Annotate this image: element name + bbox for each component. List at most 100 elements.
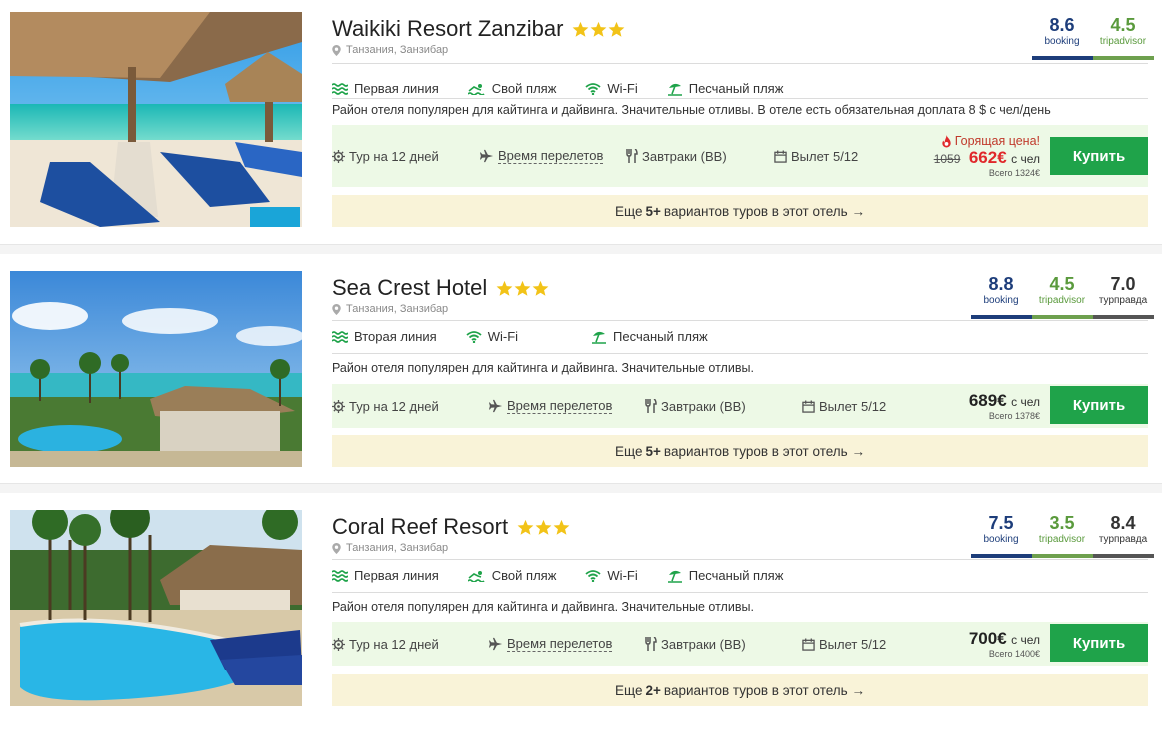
feature-label: Первая линия xyxy=(354,81,439,96)
rating-value: 7.5 xyxy=(988,513,1014,533)
flight-times[interactable]: Время перелетов xyxy=(489,384,613,428)
cutlery-icon xyxy=(645,399,657,413)
departure-text: Вылет 5/12 xyxy=(819,636,887,652)
rating-booking[interactable]: 7.5 booking xyxy=(971,510,1032,558)
departure: Вылет 5/12 xyxy=(774,125,858,187)
hotel-name[interactable]: Coral Reef Resort xyxy=(332,514,508,540)
rating-bar xyxy=(1032,56,1093,60)
divider xyxy=(332,592,1148,593)
divider xyxy=(332,98,1148,99)
meals: Завтраки (BB) xyxy=(626,125,727,187)
rating-booking[interactable]: 8.6 booking xyxy=(1032,12,1093,60)
price-block: 689€ с чел Всего 1378€ xyxy=(969,384,1040,428)
flight-times-link[interactable]: Время перелетов xyxy=(507,636,613,652)
rating-turpravda[interactable]: 8.4 турправда xyxy=(1093,510,1154,558)
feature-label: Вторая линия xyxy=(354,329,437,344)
tour-duration-text: Тур на 12 дней xyxy=(349,636,439,652)
rating-source: tripadvisor xyxy=(1099,36,1147,47)
star-icon xyxy=(517,519,534,535)
location-text: Танзания, Занзибар xyxy=(346,542,449,554)
meals-text: Завтраки (BB) xyxy=(661,636,746,652)
rating-booking[interactable]: 8.8 booking xyxy=(971,271,1032,319)
rating-tripadvisor[interactable]: 4.5 tripadvisor xyxy=(1032,271,1093,319)
hot-price-label: Горящая цена! xyxy=(934,134,1040,148)
rating-turpravda[interactable]: 7.0 турправда xyxy=(1093,271,1154,319)
gear-icon xyxy=(332,637,345,651)
buy-button[interactable]: Купить xyxy=(1050,624,1148,662)
location-text: Танзания, Занзибар xyxy=(346,44,449,56)
rating-tripadvisor[interactable]: 3.5 tripadvisor xyxy=(1032,510,1093,558)
wifi-icon xyxy=(585,569,601,582)
cutlery-icon xyxy=(626,149,638,163)
star-icon xyxy=(553,519,570,535)
more-prefix: Еще xyxy=(615,443,643,459)
feature-label: Первая линия xyxy=(354,568,439,583)
per-person: с чел xyxy=(1011,633,1040,647)
flight-times-link[interactable]: Время перелетов xyxy=(498,148,604,164)
hotel-title-row: Coral Reef Resort xyxy=(332,512,570,542)
gear-icon xyxy=(332,149,345,163)
more-suffix: вариантов туров в этот отель → xyxy=(663,203,865,219)
features-row: Вторая линия Wi-Fi Песчаный пляж xyxy=(332,329,737,344)
hotel-card: Coral Reef Resort Танзания, Занзибар 7.5… xyxy=(0,510,1162,746)
flight-times-link[interactable]: Время перелетов xyxy=(507,398,613,414)
hotel-location: Танзания, Занзибар xyxy=(332,303,448,315)
hotel-title-row: Sea Crest Hotel xyxy=(332,273,549,303)
star-rating xyxy=(517,519,570,536)
rating-source: booking xyxy=(983,534,1019,545)
more-suffix: вариантов туров в этот отель → xyxy=(663,443,865,459)
rating-value: 4.5 xyxy=(1049,274,1075,294)
hotel-photo[interactable] xyxy=(10,12,302,227)
rating-bar xyxy=(1093,315,1154,319)
feature-label: Свой пляж xyxy=(491,568,557,583)
swimmer-icon xyxy=(467,83,485,95)
rating-source: турправда xyxy=(1098,295,1148,306)
feature-item: Вторая линия xyxy=(332,329,437,344)
rating-value: 8.4 xyxy=(1110,513,1136,533)
departure: Вылет 5/12 xyxy=(802,622,886,666)
price-line: 689€ с чел xyxy=(969,391,1040,411)
flight-times[interactable]: Время перелетов xyxy=(480,125,604,187)
divider xyxy=(332,559,1148,560)
meals: Завтраки (BB) xyxy=(645,622,746,666)
rating-value: 8.8 xyxy=(988,274,1014,294)
airplane-icon xyxy=(489,637,503,651)
swimmer-icon xyxy=(467,570,485,582)
buy-button[interactable]: Купить xyxy=(1050,386,1148,424)
rating-bar xyxy=(1032,554,1093,558)
hotel-photo[interactable] xyxy=(10,271,302,467)
hotel-description: Район отеля популярен для кайтинга и дай… xyxy=(332,103,1051,117)
more-tours-link[interactable]: Еще 5+ вариантов туров в этот отель → xyxy=(332,435,1148,467)
waves-icon xyxy=(332,569,348,582)
more-prefix: Еще xyxy=(615,682,643,698)
feature-label: Wi-Fi xyxy=(607,81,638,96)
map-pin-icon xyxy=(332,303,341,315)
beach-umbrella-icon xyxy=(592,331,607,344)
waves-icon xyxy=(332,82,348,95)
buy-button[interactable]: Купить xyxy=(1050,137,1148,175)
features-row: Первая линия Свой пляж Wi-Fi Песчаный пл… xyxy=(332,568,812,583)
flight-times[interactable]: Время перелетов xyxy=(489,622,613,666)
feature-item: Свой пляж xyxy=(467,81,556,96)
departure-text: Вылет 5/12 xyxy=(819,398,887,414)
hotel-name[interactable]: Waikiki Resort Zanzibar xyxy=(332,16,563,42)
departure-text: Вылет 5/12 xyxy=(791,148,859,164)
rating-bar xyxy=(1032,315,1093,319)
beach-umbrella-icon xyxy=(667,570,682,583)
star-icon xyxy=(514,280,531,296)
rating-tripadvisor[interactable]: 4.5 tripadvisor xyxy=(1093,12,1154,60)
price: 689€ xyxy=(968,391,1007,410)
more-tours-link[interactable]: Еще 2+ вариантов туров в этот отель → xyxy=(332,674,1148,706)
hotel-name[interactable]: Sea Crest Hotel xyxy=(332,275,487,301)
feature-item: Wi-Fi xyxy=(466,329,518,344)
location-text: Танзания, Занзибар xyxy=(346,303,449,315)
calendar-icon xyxy=(802,399,815,413)
tour-duration: Тур на 12 дней xyxy=(332,125,439,187)
ratings: 7.5 booking 3.5 tripadvisor 8.4 турправд… xyxy=(965,510,1154,558)
feature-item: Wi-Fi xyxy=(585,568,638,583)
hotel-photo[interactable] xyxy=(10,510,302,706)
more-tours-link[interactable]: Еще 5+ вариантов туров в этот отель → xyxy=(332,195,1148,227)
calendar-icon xyxy=(774,149,787,163)
tour-duration: Тур на 12 дней xyxy=(332,622,439,666)
rating-value: 8.6 xyxy=(1049,15,1075,35)
